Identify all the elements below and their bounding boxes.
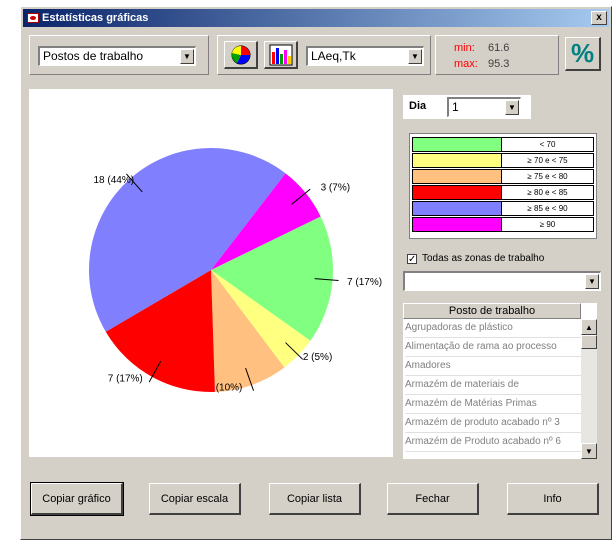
day-panel: Dia 1 ▼ (403, 95, 531, 119)
day-label: Dia (409, 100, 427, 112)
legend-label: ≥ 85 e < 90 (502, 201, 594, 216)
copy-list-button[interactable]: Copiar lista (269, 483, 361, 515)
legend-row: ≥ 75 e < 80 (412, 169, 594, 185)
group-select[interactable]: Postos de trabalho ▼ (38, 46, 196, 66)
legend-row: ≥ 85 e < 90 (412, 201, 594, 217)
scroll-down-icon[interactable]: ▼ (581, 443, 597, 459)
legend-label: ≥ 80 e < 85 (502, 185, 594, 200)
day-select[interactable]: 1 ▼ (447, 97, 521, 117)
all-zones-checkbox[interactable]: ✓ Todas as zonas de trabalho (407, 253, 544, 264)
legend-row: ≥ 70 e < 75 (412, 153, 594, 169)
percent-label: % (570, 38, 595, 68)
list-item[interactable]: Alimentação de rama ao processo (405, 338, 581, 357)
pie-slice-label: 2 (5%) (303, 352, 332, 363)
all-zones-label: Todas as zonas de trabalho (422, 253, 545, 264)
chevron-down-icon[interactable]: ▼ (585, 274, 599, 289)
pie-chart-area: 7 (17%) 2 (5%) 4 (10%) 7 (17%) 18 (44%) 3 (7%… (29, 89, 393, 457)
pie-chart-button[interactable] (224, 41, 258, 69)
metric-select-value: LAeq,Tk (311, 49, 356, 63)
legend-swatch (412, 185, 502, 200)
legend-label: ≥ 70 e < 75 (502, 153, 594, 168)
scroll-up-icon[interactable]: ▲ (581, 319, 597, 335)
list-scrollbar[interactable]: ▲ ▼ (581, 319, 597, 459)
legend-swatch (412, 137, 502, 152)
zone-select[interactable]: ▼ (403, 271, 601, 291)
list-header[interactable]: Posto de trabalho (403, 303, 581, 319)
chevron-down-icon[interactable]: ▼ (505, 100, 519, 115)
list-item[interactable]: Armazém de materiais de (405, 376, 581, 395)
min-label: min: (454, 42, 475, 54)
day-select-value: 1 (452, 100, 459, 114)
pie-slice-label: 7 (17%) (347, 277, 382, 288)
window-title: Estatísticas gráficas (42, 12, 149, 24)
bar-chart-button[interactable] (264, 41, 298, 69)
statistics-window: Estatísticas gráficas x Postos de trabal… (20, 6, 612, 540)
scroll-thumb[interactable] (581, 335, 597, 349)
chevron-down-icon[interactable]: ▼ (408, 49, 422, 64)
legend-row: ≥ 80 e < 85 (412, 185, 594, 201)
list-item[interactable]: Agrupadoras de plástico (405, 319, 581, 338)
list-item[interactable]: Armazém de Matérias Primas (405, 395, 581, 414)
legend-label: ≥ 90 (502, 217, 594, 232)
max-label: max: (454, 58, 478, 70)
min-max-panel: min: 61.6 max: 95.3 (435, 35, 559, 75)
legend-swatch (412, 153, 502, 168)
legend-swatch (412, 217, 502, 232)
bar-chart-icon (269, 44, 292, 66)
list-item[interactable]: Armazém de produto acabado nº 3 (405, 414, 581, 433)
legend-swatch (412, 169, 502, 184)
chart-tools-panel: LAeq,Tk ▼ (217, 35, 431, 75)
info-button[interactable]: Info (507, 483, 599, 515)
group-select-panel: Postos de trabalho ▼ (29, 35, 209, 75)
app-icon (27, 13, 39, 23)
legend-table: < 70 ≥ 70 e < 75 ≥ 75 e < 80 ≥ 80 e < 85… (409, 133, 597, 239)
pie-chart: 7 (17%)2 (5%)4 (10%)7 (17%)18 (44%)3 (7%… (89, 148, 382, 393)
legend-row: < 70 (412, 137, 594, 153)
workstation-list[interactable]: Posto de trabalho Agrupadoras de plástic… (403, 303, 597, 459)
legend-swatch (412, 201, 502, 216)
pie-chart-icon (231, 45, 250, 65)
close-window-button[interactable]: x (591, 11, 607, 25)
close-button[interactable]: Fechar (387, 483, 479, 515)
pie-slice-label: 7 (17%) (108, 374, 143, 385)
checkbox-box[interactable]: ✓ (407, 253, 417, 264)
list-item[interactable]: Amadores (405, 357, 581, 376)
legend-label: ≥ 75 e < 80 (502, 169, 594, 184)
list-item[interactable]: Armazém de Produto acabado nº 6 (405, 433, 581, 452)
percent-toggle-button[interactable]: % (565, 37, 601, 71)
pie-slice-label: 18 (44%) (93, 175, 134, 186)
copy-chart-button[interactable]: Copiar gráfico (30, 482, 124, 516)
legend-label: < 70 (502, 137, 594, 152)
min-value: 61.6 (488, 42, 510, 54)
legend-row: ≥ 90 (412, 217, 594, 233)
chevron-down-icon[interactable]: ▼ (180, 49, 194, 64)
copy-scale-button[interactable]: Copiar escala (149, 483, 241, 515)
group-select-value: Postos de trabalho (43, 49, 144, 63)
pie-slice-label: 3 (7%) (321, 183, 350, 194)
metric-select[interactable]: LAeq,Tk ▼ (306, 46, 424, 66)
title-bar[interactable]: Estatísticas gráficas x (23, 9, 609, 27)
max-value: 95.3 (488, 58, 510, 70)
